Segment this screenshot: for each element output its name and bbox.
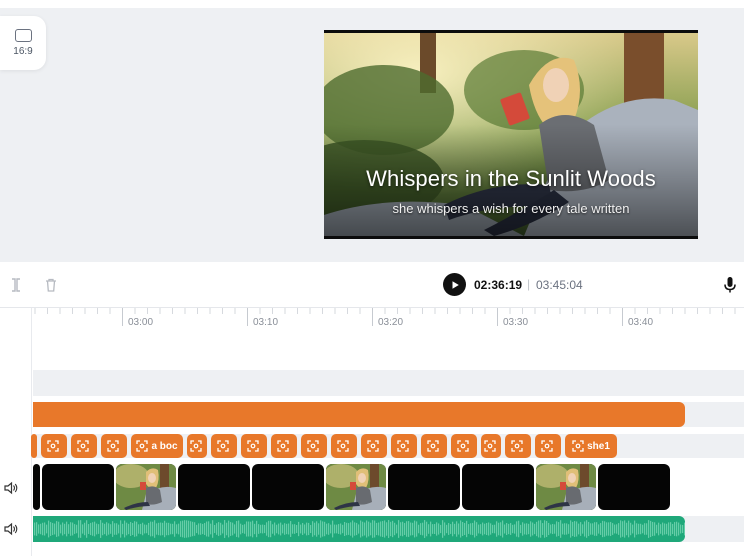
video-title: Whispers in the Sunlit Woods (366, 166, 656, 191)
ruler-label: 03:40 (628, 317, 654, 328)
focus-frame-icon (483, 440, 496, 452)
focus-frame-icon (76, 440, 89, 452)
caption-chip[interactable] (271, 434, 297, 458)
playback-control-bar: 02:36:19 | 03:45:04 (0, 262, 744, 308)
thumbnail-image (536, 464, 596, 510)
caption-chip[interactable] (211, 434, 237, 458)
current-time: 02:36:19 (474, 278, 523, 292)
caption-chip[interactable] (101, 434, 127, 458)
text-track-clip[interactable] (33, 402, 685, 427)
split-icon[interactable] (6, 275, 26, 295)
video-clip-blank[interactable] (462, 464, 534, 510)
ruler-label: 03:30 (503, 317, 529, 328)
video-clip-blank[interactable] (252, 464, 324, 510)
ruler-label: 03:10 (253, 317, 279, 328)
caption-chip[interactable] (391, 434, 417, 458)
caption-chip[interactable]: a boc (131, 434, 183, 458)
aspect-ratio-icon (14, 29, 32, 42)
aspect-ratio-label: 16:9 (13, 46, 33, 57)
caption-chip[interactable] (535, 434, 561, 458)
caption-chip[interactable] (241, 434, 267, 458)
video-subtitle: she whispers a wish for every tale writt… (392, 201, 630, 216)
caption-chip-text: she1 (587, 440, 610, 452)
caption-chip[interactable] (451, 434, 477, 458)
empty-track[interactable] (33, 370, 744, 396)
focus-frame-icon (46, 440, 59, 452)
audio-track-clip[interactable] (33, 516, 685, 542)
video-clip-blank[interactable] (178, 464, 250, 510)
timeline: 03:00 03:10 03:20 03:30 03:40 a boc she1 (0, 308, 744, 556)
caption-chip[interactable] (41, 434, 67, 458)
caption-chip[interactable] (331, 434, 357, 458)
focus-frame-icon (136, 440, 149, 452)
caption-chip[interactable]: she1 (565, 434, 617, 458)
aspect-ratio-button[interactable]: 16:9 (0, 16, 46, 70)
microphone-icon[interactable] (720, 275, 740, 295)
video-clip-blank[interactable] (42, 464, 114, 510)
caption-chip[interactable] (301, 434, 327, 458)
preview-area: 16:9 Whispers in the Sunlit Woods she wh… (0, 8, 744, 262)
focus-frame-icon (106, 440, 119, 452)
track-header-column (0, 308, 32, 556)
caption-chip[interactable] (505, 434, 531, 458)
focus-frame-icon (456, 440, 469, 452)
focus-frame-icon (426, 440, 439, 452)
video-clip-blank[interactable] (33, 464, 40, 510)
focus-frame-icon (510, 440, 523, 452)
play-icon (452, 280, 459, 289)
time-separator: | (527, 277, 531, 291)
focus-frame-icon (246, 440, 259, 452)
video-clip-thumbnail[interactable] (116, 464, 176, 510)
focus-frame-icon (276, 440, 289, 452)
caption-chip[interactable] (71, 434, 97, 458)
focus-frame-icon (306, 440, 319, 452)
focus-frame-icon (189, 440, 202, 452)
ruler-label: 03:20 (378, 317, 404, 328)
total-time: 03:45:04 (536, 278, 583, 292)
caption-chip[interactable] (481, 434, 501, 458)
thumbnail-image (116, 464, 176, 510)
focus-frame-icon (396, 440, 409, 452)
time-ruler[interactable]: 03:00 03:10 03:20 03:30 03:40 (33, 308, 744, 338)
trash-icon[interactable] (41, 275, 61, 295)
play-button[interactable] (443, 273, 466, 296)
video-clip-blank[interactable] (388, 464, 460, 510)
thumbnail-image (326, 464, 386, 510)
video-clip-thumbnail[interactable] (536, 464, 596, 510)
caption-chip[interactable] (187, 434, 207, 458)
focus-frame-icon (572, 440, 584, 452)
caption-chip[interactable] (361, 434, 387, 458)
video-clip-thumbnail[interactable] (326, 464, 386, 510)
focus-frame-icon (540, 440, 553, 452)
caption-chip[interactable] (421, 434, 447, 458)
caption-chip[interactable] (31, 434, 37, 458)
video-preview[interactable]: Whispers in the Sunlit Woods she whisper… (324, 30, 698, 239)
video-clip-blank[interactable] (598, 464, 670, 510)
caption-chip-text: a boc (151, 440, 178, 452)
focus-frame-icon (336, 440, 349, 452)
ruler-label: 03:00 (128, 317, 154, 328)
focus-frame-icon (216, 440, 229, 452)
volume-icon[interactable] (3, 521, 19, 537)
focus-frame-icon (366, 440, 379, 452)
audio-waveform (34, 520, 685, 538)
volume-icon[interactable] (3, 480, 19, 496)
